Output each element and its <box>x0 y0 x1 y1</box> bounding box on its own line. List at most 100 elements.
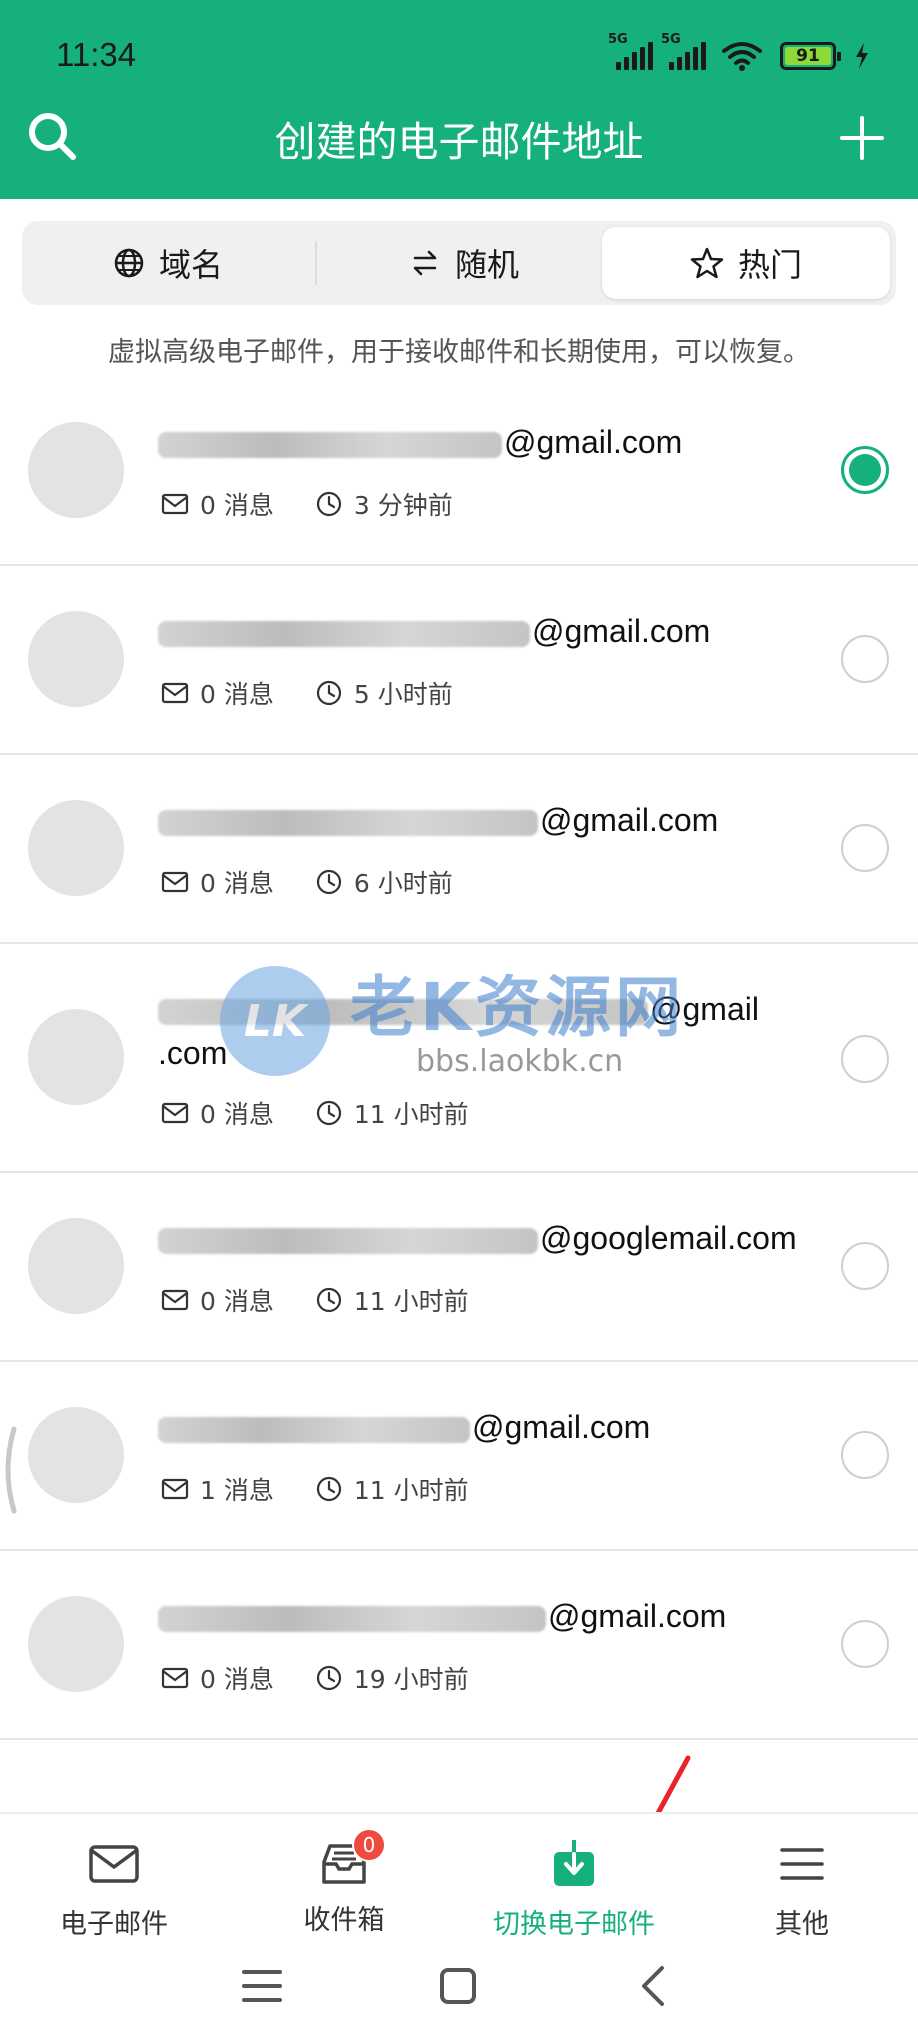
message-count: 0 消息 <box>200 1287 274 1316</box>
mail-icon <box>161 1667 189 1689</box>
mail-icon <box>161 682 189 704</box>
status-time: 11:34 <box>56 36 137 73</box>
email-meta: 1 消息 11 小时前 <box>160 1471 469 1507</box>
email-row[interactable]: @gmail.com 0 消息 6 小时前 <box>0 756 918 944</box>
cellular-signal-icon: 5G <box>661 32 706 70</box>
nav-inbox-label: 收件箱 <box>303 1905 385 1936</box>
message-count: 0 消息 <box>200 1665 274 1694</box>
created-time: 11 小时前 <box>353 1287 469 1316</box>
category-tabs: 域名 随机 热门 <box>22 221 896 305</box>
redacted-username <box>158 998 648 1025</box>
app-header: 11:34 5G 5G 91 创建的电子邮件地址 <box>0 0 918 199</box>
email-meta: 0 消息 11 小时前 <box>160 1095 469 1131</box>
mail-icon <box>161 1478 189 1500</box>
redacted-username <box>158 1227 538 1254</box>
email-domain: @gmail.com <box>532 613 711 649</box>
wifi-icon <box>722 42 762 71</box>
network-type-label: 5G <box>608 32 628 47</box>
clock-icon <box>316 1287 341 1313</box>
home-icon[interactable] <box>428 1956 488 2016</box>
plus-icon[interactable] <box>834 110 890 166</box>
tab-popular[interactable]: 热门 <box>602 227 890 299</box>
inbox-icon: 0 <box>316 1828 386 1892</box>
globe-icon <box>114 248 144 278</box>
clock-icon <box>316 1100 341 1126</box>
email-row[interactable]: @googlemail.com 0 消息 11 小时前 <box>0 1174 918 1362</box>
mail-icon <box>89 1845 139 1883</box>
nav-email[interactable]: 电子邮件 <box>14 1836 214 1941</box>
nav-switch-email[interactable]: 切换电子邮件 <box>474 1836 674 1941</box>
tab-domain[interactable]: 域名 <box>22 227 314 299</box>
message-count: 0 消息 <box>200 491 274 520</box>
clock-icon <box>316 1665 341 1691</box>
nav-other[interactable]: 其他 <box>702 1836 902 1941</box>
avatar <box>28 1596 124 1692</box>
email-domain: @gmail.com <box>540 802 719 838</box>
email-address: @gmail.com <box>158 613 710 650</box>
message-count: 1 消息 <box>200 1476 274 1505</box>
created-time: 11 小时前 <box>353 1100 469 1129</box>
email-meta: 0 消息 6 小时前 <box>160 864 453 900</box>
tab-random-label: 随机 <box>454 246 519 284</box>
redacted-username <box>158 431 502 458</box>
email-row[interactable]: @gmail .com 0 消息 11 小时前 <box>0 945 918 1173</box>
email-row[interactable]: @gmail.com 0 消息 19 小时前 <box>0 1552 918 1740</box>
select-radio[interactable] <box>841 635 889 683</box>
email-meta: 0 消息 11 小时前 <box>160 1282 469 1318</box>
nav-inbox[interactable]: 0 收件箱 <box>244 1828 444 1937</box>
description-text: 虚拟高级电子邮件，用于接收邮件和长期使用，可以恢复。 <box>108 337 810 368</box>
created-time: 3 分钟前 <box>353 491 453 520</box>
email-domain: @gmail.com <box>504 424 683 460</box>
menu-icon <box>780 1848 824 1880</box>
network-type-label: 5G <box>661 32 681 47</box>
clock-icon <box>316 491 341 517</box>
tab-random[interactable]: 随机 <box>318 227 610 299</box>
menu-icon[interactable] <box>232 1956 292 2016</box>
charging-icon <box>856 43 868 69</box>
avatar <box>28 1407 124 1503</box>
email-address: @gmail.com <box>158 1598 726 1635</box>
cellular-signal-icon: 5G <box>608 32 653 70</box>
email-address: @gmail.com <box>158 424 682 461</box>
created-time: 5 小时前 <box>353 680 453 709</box>
redacted-username <box>158 1605 546 1632</box>
page-title: 创建的电子邮件地址 <box>274 118 644 166</box>
avatar <box>28 611 124 707</box>
edge-gesture-handle[interactable] <box>0 1425 18 1515</box>
email-row[interactable]: @gmail.com 0 消息 3 分钟前 <box>0 380 918 566</box>
download-box-icon <box>554 1840 594 1886</box>
email-address: @gmail.com <box>158 1409 650 1446</box>
redacted-username <box>158 809 538 836</box>
back-icon[interactable] <box>624 1956 684 2016</box>
email-domain: @gmail.com <box>472 1409 651 1445</box>
system-navigation-bar <box>0 1936 918 2041</box>
email-domain: @gmail <box>650 991 759 1027</box>
select-radio[interactable] <box>841 1620 889 1668</box>
star-icon <box>690 247 724 279</box>
swap-icon <box>413 250 437 276</box>
avatar <box>28 1218 124 1314</box>
mail-icon <box>161 1289 189 1311</box>
message-count: 0 消息 <box>200 680 274 709</box>
select-radio[interactable] <box>841 824 889 872</box>
clock-icon <box>316 1476 341 1502</box>
battery-icon: 91 <box>780 42 841 70</box>
clock-icon <box>316 869 341 895</box>
email-row[interactable]: @gmail.com 0 消息 5 小时前 <box>0 567 918 755</box>
select-radio[interactable] <box>841 446 889 494</box>
email-meta: 0 消息 19 小时前 <box>160 1660 469 1696</box>
select-radio[interactable] <box>841 1431 889 1479</box>
email-address: @gmail <box>158 991 759 1028</box>
tab-popular-label: 热门 <box>737 246 802 284</box>
email-row[interactable]: @gmail.com 1 消息 11 小时前 <box>0 1363 918 1551</box>
redacted-username <box>158 1416 470 1443</box>
created-time: 19 小时前 <box>353 1665 469 1694</box>
avatar <box>28 800 124 896</box>
mail-icon <box>161 871 189 893</box>
select-radio[interactable] <box>841 1242 889 1290</box>
email-domain-continued: .com <box>158 1035 228 1071</box>
inbox-badge: 0 <box>352 1828 386 1862</box>
tab-domain-label: 域名 <box>158 246 223 284</box>
email-address-wrap: .com <box>158 1035 227 1072</box>
select-radio[interactable] <box>841 1035 889 1083</box>
